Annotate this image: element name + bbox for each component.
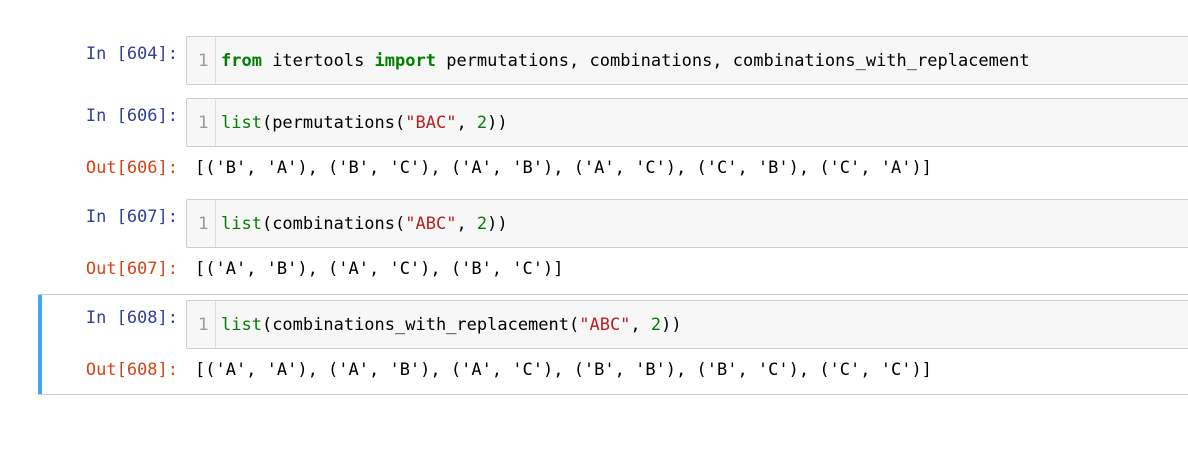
string-token: "ABC" xyxy=(579,315,631,335)
line-number: 1 xyxy=(198,315,209,335)
code-token: )) xyxy=(661,315,682,335)
code-token: permutations, combinations, combinations… xyxy=(435,51,1030,71)
string-token: "ABC" xyxy=(405,214,457,234)
code-line[interactable]: list(permutations("BAC", 2)) xyxy=(221,107,508,139)
output-607: [('A', 'B'), ('A', 'C'), ('B', 'C')] xyxy=(195,259,564,279)
code-line[interactable]: from itertools import permutations, comb… xyxy=(221,45,1030,77)
in-prompt-608: In [608]: xyxy=(85,308,178,328)
notebook: In [604]: 1 from itertools import permut… xyxy=(0,0,1188,452)
out-prompt-606: Out[606]: xyxy=(85,158,178,178)
string-token: "BAC" xyxy=(405,113,457,133)
output-606: [('B', 'A'), ('B', 'C'), ('A', 'B'), ('A… xyxy=(195,158,932,178)
output-608: [('A', 'A'), ('A', 'B'), ('A', 'C'), ('B… xyxy=(195,360,932,380)
code-cell-608[interactable]: 1 list(combinations_with_replacement("AB… xyxy=(186,300,1188,349)
in-prompt-607: In [607]: xyxy=(85,207,178,227)
code-token: itertools xyxy=(261,51,375,71)
keyword-token: from xyxy=(221,51,262,71)
line-gutter: 1 xyxy=(187,37,216,84)
code-token: (combinations_with_replacement( xyxy=(261,315,580,335)
code-cell-604[interactable]: 1 from itertools import permutations, co… xyxy=(186,36,1188,85)
code-token: (permutations( xyxy=(261,113,406,133)
line-number: 1 xyxy=(198,51,209,71)
line-number: 1 xyxy=(198,214,209,234)
cell-divider xyxy=(38,394,1188,395)
code-token: )) xyxy=(487,113,508,133)
code-token: , xyxy=(456,113,477,133)
builtin-token: list xyxy=(221,214,262,234)
number-token: 2 xyxy=(476,214,488,234)
in-prompt-606: In [606]: xyxy=(85,106,178,126)
number-token: 2 xyxy=(650,315,662,335)
code-cell-606[interactable]: 1 list(permutations("BAC", 2)) xyxy=(186,98,1188,147)
builtin-token: list xyxy=(221,315,262,335)
code-token: (combinations( xyxy=(261,214,406,234)
line-gutter: 1 xyxy=(187,301,216,348)
keyword-token: import xyxy=(374,51,436,71)
line-gutter: 1 xyxy=(187,99,216,146)
in-prompt-604: In [604]: xyxy=(85,44,178,64)
code-cell-607[interactable]: 1 list(combinations("ABC", 2)) xyxy=(186,199,1188,248)
code-line[interactable]: list(combinations_with_replacement("ABC"… xyxy=(221,309,682,341)
code-token: )) xyxy=(487,214,508,234)
builtin-token: list xyxy=(221,113,262,133)
code-token: , xyxy=(456,214,477,234)
code-line[interactable]: list(combinations("ABC", 2)) xyxy=(221,208,508,240)
line-number: 1 xyxy=(198,113,209,133)
out-prompt-607: Out[607]: xyxy=(85,259,178,279)
out-prompt-608: Out[608]: xyxy=(85,360,178,380)
code-token: , xyxy=(630,315,651,335)
line-gutter: 1 xyxy=(187,200,216,247)
number-token: 2 xyxy=(476,113,488,133)
